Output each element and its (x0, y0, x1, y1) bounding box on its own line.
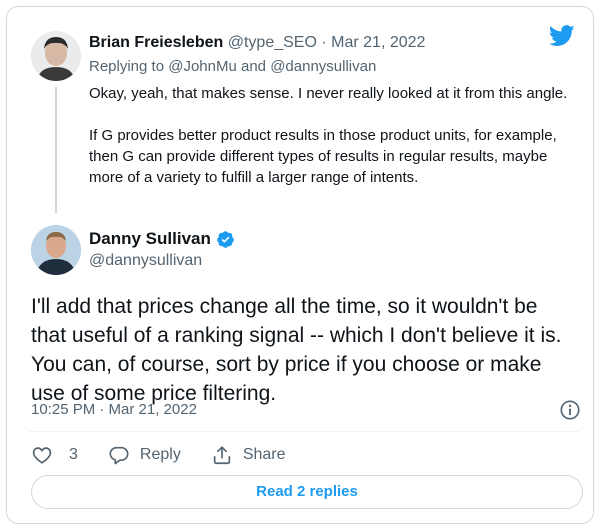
action-bar: 3 Reply Share (31, 443, 316, 467)
avatar-photo-icon (31, 225, 81, 275)
replying-prefix: Replying to (89, 58, 165, 75)
share-button[interactable]: Share (211, 444, 286, 466)
reply-bubble-icon (109, 446, 129, 465)
reply-text: Okay, yeah, that makes sense. I never re… (89, 83, 569, 209)
share-label: Share (242, 446, 286, 463)
separator-dot: · (321, 34, 327, 51)
twitter-bird-icon[interactable] (549, 25, 575, 47)
reply-author-name[interactable]: Brian Freiesleben (89, 34, 223, 51)
replying-to-line: Replying to @JohnMu and @dannysullivan (89, 58, 376, 75)
reply-button[interactable]: Reply (108, 444, 181, 466)
mention-dannysullivan[interactable]: @dannysullivan (270, 58, 376, 75)
main-author-name[interactable]: Danny Sullivan (89, 229, 211, 249)
reply-label: Reply (139, 446, 181, 463)
embedded-tweet-card: Brian Freiesleben @type_SEO · Mar 21, 20… (6, 6, 594, 524)
tweet-timestamp[interactable]: 10:25 PM · Mar 21, 2022 (31, 401, 197, 418)
reply-header: Brian Freiesleben @type_SEO · Mar 21, 20… (89, 34, 425, 52)
like-count: 3 (69, 446, 78, 463)
avatar-brian[interactable] (31, 31, 81, 81)
main-tweet-text: I'll add that prices change all the time… (31, 295, 562, 405)
reply-author-handle[interactable]: @type_SEO (228, 34, 317, 51)
verified-badge-icon (217, 230, 234, 248)
like-button[interactable]: 3 (31, 444, 78, 466)
share-icon (213, 446, 230, 465)
heart-icon (32, 447, 52, 464)
avatar-danny[interactable] (31, 225, 81, 275)
reply-paragraph-2: If G provides better product results in … (89, 127, 557, 186)
mention-johnmu[interactable]: @JohnMu (168, 58, 237, 75)
reply-date[interactable]: Mar 21, 2022 (331, 34, 425, 51)
reply-paragraph-1: Okay, yeah, that makes sense. I never re… (89, 85, 568, 102)
divider (29, 431, 579, 432)
info-icon[interactable] (559, 399, 581, 421)
read-replies-button[interactable]: Read 2 replies (31, 475, 583, 509)
avatar-photo-icon (31, 31, 81, 81)
thread-line (55, 87, 57, 213)
main-author-name-row: Danny Sullivan (89, 229, 235, 249)
main-author-handle[interactable]: @dannysullivan (89, 252, 202, 270)
and-word: and (240, 58, 267, 75)
